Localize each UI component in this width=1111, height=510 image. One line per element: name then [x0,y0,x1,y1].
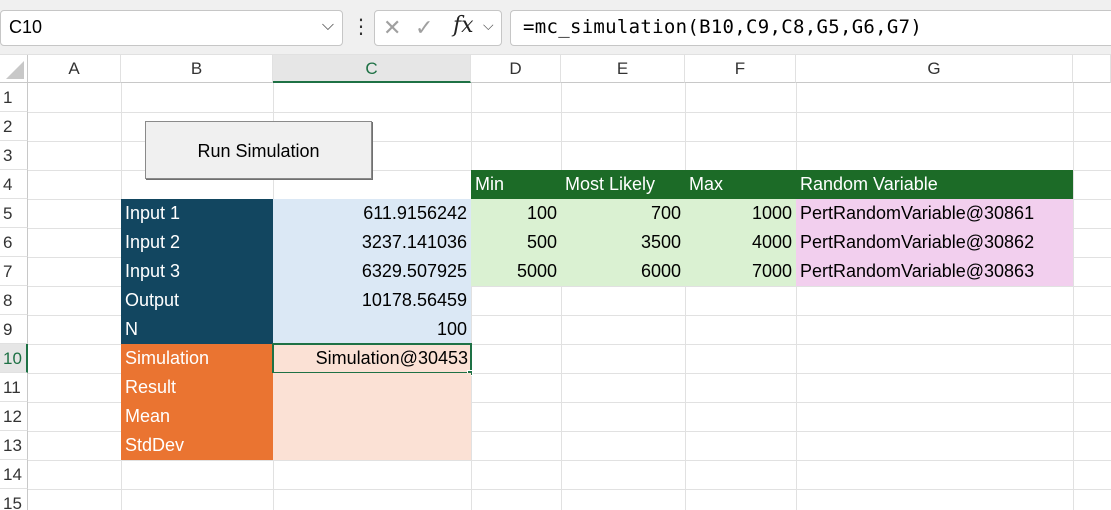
row-header-14[interactable]: 14 [0,460,28,489]
random-variable-1[interactable]: PertRandomVariable@30861 [796,199,1073,228]
select-all-corner[interactable] [0,55,28,83]
label-input-2[interactable]: Input 2 [121,228,273,257]
gridline [796,83,797,510]
min-2[interactable]: 500 [471,228,561,257]
column-header-h[interactable] [1073,55,1111,83]
random-variable-3[interactable]: PertRandomVariable@30863 [796,257,1073,286]
row-header-2[interactable]: 2 [0,112,28,141]
label-result[interactable]: Result [121,373,273,402]
value-stddev[interactable] [273,431,471,460]
name-box-value: C10 [9,17,43,37]
formula-bar-area: C10 ⌵ ⋮ ✕ ✓ fx ⌵ =mc_simulation(B10,C9,C… [0,0,1111,55]
column-header-f[interactable]: F [685,55,796,83]
value-input-1[interactable]: 611.9156242 [273,199,471,228]
value-mean[interactable] [273,402,471,431]
row-header-6[interactable]: 6 [0,228,28,257]
label-output[interactable]: Output [121,286,273,315]
insert-function-icon[interactable]: fx [453,13,474,38]
value-result[interactable] [273,373,471,402]
column-header-b[interactable]: B [121,55,273,83]
label-simulation[interactable]: Simulation [121,344,273,373]
enter-check-icon[interactable]: ✓ [415,15,433,41]
column-header-a[interactable]: A [28,55,121,83]
most-likely-3[interactable]: 6000 [561,257,685,286]
row-header-7[interactable]: 7 [0,257,28,286]
column-header-e[interactable]: E [561,55,685,83]
label-input-3[interactable]: Input 3 [121,257,273,286]
header-most-likely[interactable]: Most Likely [561,170,685,199]
row-header-5[interactable]: 5 [0,199,28,228]
column-header-g[interactable]: G [796,55,1073,83]
name-box[interactable]: C10 ⌵ [0,10,343,46]
random-variable-2[interactable]: PertRandomVariable@30862 [796,228,1073,257]
chevron-down-icon[interactable]: ⌵ [322,17,334,35]
label-input-1[interactable]: Input 1 [121,199,273,228]
max-3[interactable]: 7000 [685,257,796,286]
row-header-10[interactable]: 10 [0,344,28,373]
gridline [685,83,686,510]
value-output[interactable]: 10178.56459 [273,286,471,315]
value-input-2[interactable]: 3237.141036 [273,228,471,257]
active-cell-c10[interactable]: Simulation@30453 [272,343,472,374]
row-header-8[interactable]: 8 [0,286,28,315]
header-random-variable[interactable]: Random Variable [796,170,1073,199]
header-max[interactable]: Max [685,170,796,199]
row-header-11[interactable]: 11 [0,373,28,402]
label-stddev[interactable]: StdDev [121,431,273,460]
max-2[interactable]: 4000 [685,228,796,257]
row-header-1[interactable]: 1 [0,83,28,112]
run-simulation-button[interactable]: Run Simulation [145,121,372,179]
value-n[interactable]: 100 [273,315,471,344]
gridline [561,83,562,510]
most-likely-1[interactable]: 700 [561,199,685,228]
chevron-down-icon[interactable]: ⌵ [483,17,494,34]
formula-text: =mc_simulation(B10,C9,C8,G5,G6,G7) [523,16,923,38]
label-n[interactable]: N [121,315,273,344]
formula-controls: ✕ ✓ fx ⌵ [374,10,502,46]
row-header-12[interactable]: 12 [0,402,28,431]
max-1[interactable]: 1000 [685,199,796,228]
gridline [28,460,1111,461]
value-input-3[interactable]: 6329.507925 [273,257,471,286]
gridline [1073,83,1074,510]
formula-input[interactable]: =mc_simulation(B10,C9,C8,G5,G6,G7) [510,10,1111,46]
min-1[interactable]: 100 [471,199,561,228]
column-header-d[interactable]: D [471,55,561,83]
most-likely-2[interactable]: 3500 [561,228,685,257]
more-options-icon[interactable]: ⋮ [351,14,371,40]
column-header-c[interactable]: C [273,55,471,83]
row-header-13[interactable]: 13 [0,431,28,460]
min-3[interactable]: 5000 [471,257,561,286]
gridline [28,489,1111,490]
cancel-icon[interactable]: ✕ [383,15,401,41]
gridline [471,83,472,510]
row-header-3[interactable]: 3 [0,141,28,170]
header-min[interactable]: Min [471,170,561,199]
row-header-9[interactable]: 9 [0,315,28,344]
select-all-triangle-icon[interactable] [6,61,24,79]
label-mean[interactable]: Mean [121,402,273,431]
row-header-4[interactable]: 4 [0,170,28,199]
row-header-15[interactable]: 15 [0,489,28,510]
gridline [28,112,1111,113]
